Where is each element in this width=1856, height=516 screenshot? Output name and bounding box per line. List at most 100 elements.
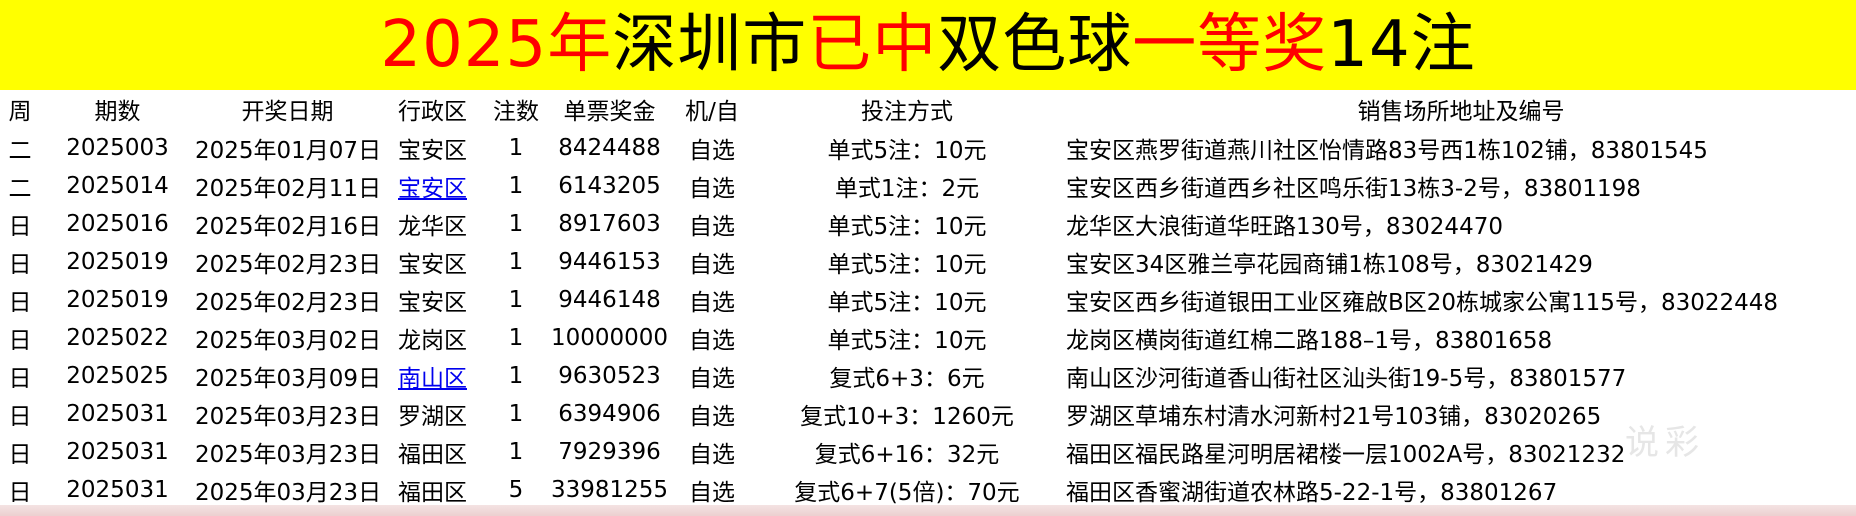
cell-issue: 2025019 [66,249,169,275]
cell-week: 日 [8,214,32,240]
cell-week: 日 [8,328,32,354]
cell-method: 单式1注：2元 [834,176,980,202]
cell-notes: 1 [508,401,524,427]
table-row: 二 2025003 2025年01月07日 宝安区 1 8424488 自选 单式5注：10元… [0,129,1856,167]
cell-notes: 1 [508,287,524,313]
cell-district: 龙华区 [398,214,467,240]
cell-method: 单式5注：10元 [827,252,987,278]
cell-date: 2025年01月07日 [195,138,380,164]
header-row: 周 期数 开奖日期 行政区 注数 单票奖金 机/自 投注方式 销售场所地址及编号 [0,89,1856,129]
cell-pick: 自选 [689,480,735,506]
cell-notes: 1 [508,439,524,465]
cell-date: 2025年03月09日 [195,366,380,392]
cell-method: 复式6+16：32元 [814,442,1000,468]
cell-method: 复式10+3：1260元 [800,404,1014,430]
cell-district: 宝安区 [398,290,467,316]
title-game: 双色球 [937,8,1133,82]
header-week: 周 [8,99,32,125]
header-prize: 单票奖金 [563,99,656,125]
page-title: 2025年深圳市已中双色球一等奖14注 [380,13,1475,77]
cell-address: 宝安区西乡街道西乡社区鸣乐街13栋3-2号，83801198 [1066,176,1641,202]
cell-date: 2025年03月23日 [195,480,380,506]
cell-prize: 7929396 [558,439,661,465]
cell-address: 福田区福民路星河明居裙楼一层1002A号，83021232 [1066,442,1626,468]
table-row: 日 2025031 2025年03月23日 罗湖区 1 6394906 自选 复式10+3：1… [0,395,1856,433]
cell-district[interactable]: 南山区 [380,357,485,395]
cell-week: 二 [8,176,32,202]
cell-address: 南山区沙河街道香山街社区汕头街19-5号，83801577 [1066,366,1627,392]
cell-pick: 自选 [689,442,735,468]
cell-prize: 9446148 [558,287,661,313]
header-district: 行政区 [398,99,467,125]
cell-address: 福田区香蜜湖街道农林路5-22-1号，83801267 [1066,480,1558,506]
cell-notes: 5 [508,477,524,503]
cell-notes: 1 [508,173,524,199]
header-method: 投注方式 [861,99,953,125]
winners-table: 周 期数 开奖日期 行政区 注数 单票奖金 机/自 投注方式 销售场所地址及编号… [0,89,1856,509]
cell-pick: 自选 [689,404,735,430]
cell-address: 罗湖区草埔东村清水河新村21号103铺，83020265 [1066,404,1602,430]
cell-pick: 自选 [689,176,735,202]
cell-issue: 2025003 [66,135,169,161]
cell-address: 宝安区34区雅兰亭花园商铺1栋108号，83021429 [1066,252,1593,278]
cell-pick: 自选 [689,290,735,316]
cell-prize: 10000000 [550,325,669,351]
cell-district: 宝安区 [398,252,467,278]
cell-address: 龙岗区横岗街道红棉二路188–1号，83801658 [1066,328,1553,354]
cell-address: 宝安区燕罗街道燕川社区怡情路83号西1栋102铺，83801545 [1066,138,1708,164]
cell-method: 复式6+7(5倍)：70元 [794,480,1020,506]
cell-method: 单式5注：10元 [827,214,987,240]
cell-week: 日 [8,290,32,316]
table-row: 日 2025016 2025年02月16日 龙华区 1 8917603 自选 单式5注：10元… [0,205,1856,243]
cell-week: 日 [8,442,32,468]
cell-week: 日 [8,404,32,430]
cell-notes: 1 [508,325,524,351]
cell-notes: 1 [508,363,524,389]
cell-date: 2025年02月23日 [195,252,380,278]
header-address: 销售场所地址及编号 [1357,99,1565,125]
cell-issue: 2025031 [66,439,169,465]
cell-method: 单式5注：10元 [827,328,987,354]
cell-date: 2025年02月11日 [195,176,380,202]
header-issue: 期数 [94,99,141,125]
cell-date: 2025年03月02日 [195,328,380,354]
cell-issue: 2025031 [66,401,169,427]
table-row: 日 2025031 2025年03月23日 福田区 5 33981255 自选 复式6+7(5… [0,471,1856,509]
cell-week: 日 [8,366,32,392]
cell-issue: 2025031 [66,477,169,503]
watermark: 说彩 [1625,423,1705,463]
cell-date: 2025年03月23日 [195,442,380,468]
title-prize: 一等奖 [1132,8,1328,82]
cell-prize: 6394906 [558,401,661,427]
bottom-fade [0,505,1856,516]
cell-prize: 6143205 [558,173,661,199]
header-pick: 机/自 [685,99,739,125]
cell-method: 单式5注：10元 [827,138,987,164]
cell-pick: 自选 [689,138,735,164]
cell-week: 二 [8,138,32,164]
cell-prize: 8917603 [558,211,661,237]
cell-district[interactable]: 宝安区 [380,167,485,205]
cell-issue: 2025025 [66,363,169,389]
table-row: 日 2025025 2025年03月09日 南山区 1 9630523 自选 复式6+3：6元… [0,357,1856,395]
cell-week: 日 [8,252,32,278]
table-row: 日 2025019 2025年02月23日 宝安区 1 9446148 自选 单式5注：10元… [0,281,1856,319]
header-notes: 注数 [493,99,539,125]
cell-pick: 自选 [689,252,735,278]
cell-district: 龙岗区 [398,328,467,354]
cell-method: 单式5注：10元 [827,290,987,316]
cell-issue: 2025019 [66,287,169,313]
table-row: 日 2025031 2025年03月23日 福田区 1 7929396 自选 复式6+16：3… [0,433,1856,471]
cell-issue: 2025014 [66,173,169,199]
cell-district: 福田区 [398,480,467,506]
title-year: 2025年 [380,8,613,82]
cell-notes: 1 [508,135,524,161]
title-banner: 2025年深圳市已中双色球一等奖14注 [0,0,1856,90]
cell-notes: 1 [508,249,524,275]
cell-prize: 9630523 [558,363,661,389]
cell-pick: 自选 [689,328,735,354]
title-city: 深圳市 [612,8,808,82]
cell-week: 日 [8,480,32,506]
cell-district: 福田区 [398,442,467,468]
table-row: 日 2025019 2025年02月23日 宝安区 1 9446153 自选 单式5注：10元… [0,243,1856,281]
